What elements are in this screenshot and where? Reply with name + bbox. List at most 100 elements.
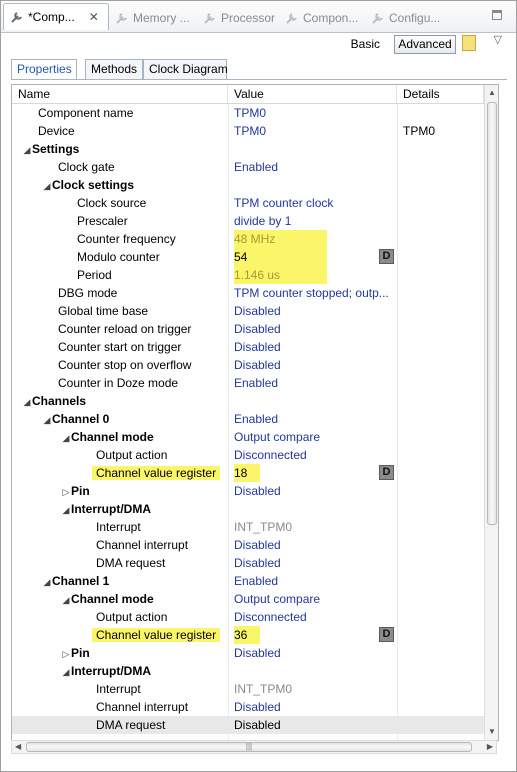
table-row[interactable]: Period 1.146 us xyxy=(12,266,484,284)
table-row[interactable]: ◢ Interrupt/DMA xyxy=(12,662,484,680)
tab-properties[interactable]: Properties xyxy=(11,59,77,80)
table-row[interactable]: Modulo counter 54 D xyxy=(12,248,484,266)
property-value[interactable]: Enabled xyxy=(234,374,398,392)
expanded-triangle-icon[interactable]: ◢ xyxy=(61,501,71,518)
table-row[interactable]: DBG mode TPM counter stopped; outp... xyxy=(12,284,484,302)
detail-button[interactable]: D xyxy=(379,465,394,480)
property-value[interactable]: Disabled xyxy=(234,356,398,374)
table-row[interactable]: Channel value register 18 D xyxy=(12,464,484,482)
property-value[interactable]: Disabled xyxy=(234,302,398,320)
property-value[interactable]: Disabled xyxy=(234,482,398,500)
close-icon[interactable]: ✕ xyxy=(89,10,99,24)
table-row[interactable]: Clock source TPM counter clock xyxy=(12,194,484,212)
table-row[interactable]: Channel interrupt Disabled xyxy=(12,698,484,716)
property-value[interactable]: Output compare xyxy=(234,428,398,446)
expanded-triangle-icon[interactable]: ◢ xyxy=(42,411,52,428)
expanded-triangle-icon[interactable]: ◢ xyxy=(42,177,52,194)
table-row-selected[interactable]: DMA request Disabled xyxy=(12,716,484,734)
horizontal-scrollbar[interactable]: ◀ ||| ▶ xyxy=(11,740,497,754)
column-header-value[interactable]: Value xyxy=(228,85,397,103)
advanced-mode-button[interactable]: Advanced xyxy=(394,35,456,54)
collapsed-triangle-icon[interactable]: ▷ xyxy=(61,645,71,662)
table-row[interactable]: Clock gate Enabled xyxy=(12,158,484,176)
expanded-triangle-icon[interactable]: ◢ xyxy=(61,591,71,608)
table-row[interactable]: Global time base Disabled xyxy=(12,302,484,320)
table-row[interactable]: ◢ Interrupt/DMA xyxy=(12,500,484,518)
table-row[interactable]: Counter in Doze mode Enabled xyxy=(12,374,484,392)
property-value[interactable]: Disabled xyxy=(234,320,398,338)
scroll-up-icon[interactable]: ▲ xyxy=(488,88,496,97)
property-value[interactable]: Disconnected xyxy=(234,608,398,626)
property-value[interactable]: Disabled xyxy=(234,698,398,716)
table-row[interactable]: Counter frequency 48 MHz xyxy=(12,230,484,248)
tab-processor[interactable]: Processor xyxy=(203,4,275,31)
property-value[interactable]: TPM0 xyxy=(234,104,398,122)
table-row[interactable]: Channel value register 36 D xyxy=(12,626,484,644)
tab-methods[interactable]: Methods xyxy=(85,59,143,79)
scroll-right-icon[interactable]: ▶ xyxy=(487,742,493,751)
table-row[interactable]: Component name TPM0 xyxy=(12,104,484,122)
expanded-triangle-icon[interactable]: ◢ xyxy=(22,141,32,158)
table-row[interactable]: Output action Disconnected xyxy=(12,446,484,464)
detail-button[interactable]: D xyxy=(379,249,394,264)
table-row[interactable]: Counter start on trigger Disabled xyxy=(12,338,484,356)
tab-memory[interactable]: Memory ... xyxy=(115,4,190,31)
table-row[interactable]: Counter stop on overflow Disabled xyxy=(12,356,484,374)
table-row[interactable]: Prescaler divide by 1 xyxy=(12,212,484,230)
column-header-details[interactable]: Details xyxy=(397,85,484,103)
property-value[interactable]: divide by 1 xyxy=(234,212,398,230)
column-header-name[interactable]: Name xyxy=(12,85,228,103)
vertical-scrollbar[interactable]: ▲ ▼ xyxy=(484,85,498,740)
collapsed-triangle-icon[interactable]: ▷ xyxy=(61,483,71,500)
detail-button[interactable]: D xyxy=(379,627,394,642)
minimize-icon[interactable] xyxy=(492,10,502,20)
expanded-triangle-icon[interactable]: ◢ xyxy=(61,663,71,680)
tab-components[interactable]: Compon... xyxy=(285,4,358,31)
table-row[interactable]: Interrupt INT_TPM0 xyxy=(12,518,484,536)
tab-configurations[interactable]: Configu... xyxy=(371,4,440,31)
property-value[interactable]: Enabled xyxy=(234,572,398,590)
expanded-triangle-icon[interactable]: ◢ xyxy=(61,429,71,446)
table-row[interactable]: Device TPM0 TPM0 xyxy=(12,122,484,140)
horizontal-scroll-thumb[interactable]: ||| xyxy=(26,742,472,752)
tab-component-inspector[interactable]: *Comp... ✕ xyxy=(3,3,109,30)
table-row[interactable]: Channel interrupt Disabled xyxy=(12,536,484,554)
property-value[interactable]: 54 xyxy=(234,248,398,266)
table-row[interactable]: ▷ Pin Disabled xyxy=(12,644,484,662)
tab-clock-diagram[interactable]: Clock Diagram xyxy=(143,59,228,79)
table-row[interactable]: ◢ Clock settings xyxy=(12,176,484,194)
property-value[interactable]: Disabled xyxy=(234,644,398,662)
property-value[interactable]: Disabled xyxy=(234,716,398,734)
table-row[interactable]: ◢ Channels xyxy=(12,392,484,410)
table-row[interactable]: ◢ Channel mode Output compare xyxy=(12,428,484,446)
note-icon[interactable] xyxy=(462,35,476,51)
property-value[interactable]: TPM counter stopped; outp... xyxy=(234,284,398,302)
table-row[interactable]: Interrupt INT_TPM0 xyxy=(12,680,484,698)
property-value[interactable]: Enabled xyxy=(234,410,398,428)
table-row[interactable]: ◢ Channel 0 Enabled xyxy=(12,410,484,428)
scroll-down-icon[interactable]: ▼ xyxy=(488,727,496,736)
view-menu-icon[interactable]: ▽ xyxy=(494,33,502,46)
property-value[interactable]: Disabled xyxy=(234,338,398,356)
expanded-triangle-icon[interactable]: ◢ xyxy=(22,393,32,410)
property-value[interactable]: 18 xyxy=(234,464,398,482)
vertical-scroll-thumb[interactable] xyxy=(487,102,497,525)
property-value[interactable]: Disabled xyxy=(234,536,398,554)
property-value[interactable]: Disconnected xyxy=(234,446,398,464)
property-value[interactable]: Enabled xyxy=(234,158,398,176)
property-value[interactable]: Disabled xyxy=(234,554,398,572)
table-row[interactable]: ◢ Channel 1 Enabled xyxy=(12,572,484,590)
table-row[interactable]: Counter reload on trigger Disabled xyxy=(12,320,484,338)
property-value[interactable]: TPM0 xyxy=(234,122,398,140)
table-row[interactable]: DMA request Disabled xyxy=(12,554,484,572)
property-value[interactable]: TPM counter clock xyxy=(234,194,398,212)
table-row[interactable]: ▷ Pin Disabled xyxy=(12,482,484,500)
table-row[interactable]: ◢ Channel mode Output compare xyxy=(12,590,484,608)
table-row[interactable]: Output action Disconnected xyxy=(12,608,484,626)
property-value[interactable]: Output compare xyxy=(234,590,398,608)
basic-mode-button[interactable]: Basic xyxy=(351,37,380,51)
table-row[interactable]: ◢ Settings xyxy=(12,140,484,158)
property-value[interactable]: 36 xyxy=(234,626,398,644)
expanded-triangle-icon[interactable]: ◢ xyxy=(42,573,52,590)
scroll-left-icon[interactable]: ◀ xyxy=(15,742,21,751)
